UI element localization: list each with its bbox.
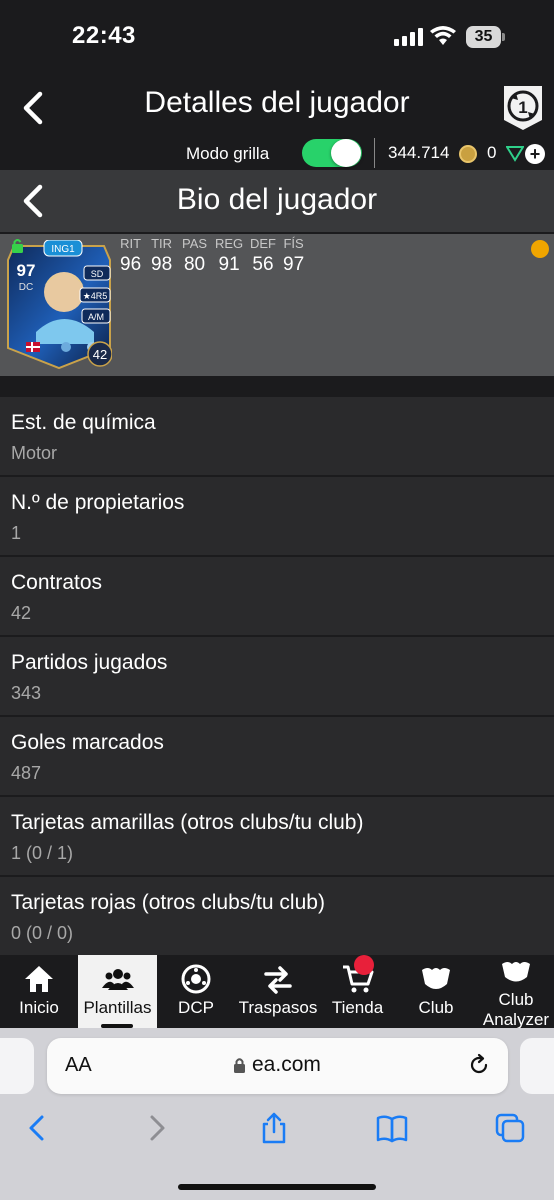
cellular-signal-icon bbox=[394, 28, 423, 46]
browser-forward-icon[interactable] bbox=[140, 1112, 172, 1144]
club-analyzer-logo-icon[interactable]: 1 bbox=[500, 84, 546, 132]
svg-text:97: 97 bbox=[17, 261, 36, 280]
svg-text:SD: SD bbox=[91, 269, 104, 279]
browser-back-icon[interactable] bbox=[22, 1112, 54, 1144]
browser-toolbar: AA ea.com bbox=[0, 1028, 554, 1200]
transfers-icon bbox=[264, 966, 292, 994]
home-icon bbox=[25, 966, 53, 992]
info-row-yellow-cards: Tarjetas amarillas (otros clubs/tu club)… bbox=[0, 797, 554, 875]
nav-home[interactable]: Inicio bbox=[0, 955, 78, 1028]
next-tab-preview[interactable] bbox=[520, 1038, 554, 1094]
status-bar: 22:43 35 bbox=[0, 0, 554, 76]
sbc-icon bbox=[181, 964, 211, 994]
bottom-nav: Inicio Plantillas DCP Traspasos Tienda C… bbox=[0, 955, 554, 1029]
squads-icon bbox=[101, 969, 134, 990]
address-bar[interactable]: AA ea.com bbox=[47, 1038, 508, 1094]
svg-text:A/M: A/M bbox=[88, 312, 104, 322]
coin-icon bbox=[459, 145, 477, 163]
toolbar: Modo grilla 344.714 0 + bbox=[0, 138, 554, 168]
grid-mode-label: Modo grilla bbox=[186, 144, 270, 163]
info-row-red-cards: Tarjetas rojas (otros clubs/tu club) 0 (… bbox=[0, 877, 554, 955]
bookmarks-icon[interactable] bbox=[376, 1112, 408, 1144]
secure-lock-icon bbox=[234, 1058, 245, 1073]
fc-points-icon bbox=[506, 146, 524, 162]
home-indicator bbox=[178, 1184, 376, 1190]
status-time: 22:43 bbox=[72, 22, 136, 49]
share-icon[interactable] bbox=[258, 1112, 290, 1144]
section-title: Bio del jugador bbox=[176, 183, 378, 216]
info-row-chemistry: Est. de química Motor bbox=[0, 397, 554, 475]
info-row-owners: N.º de propietarios 1 bbox=[0, 477, 554, 555]
battery-level: 35 bbox=[466, 26, 501, 48]
section-header: Bio del jugador bbox=[0, 170, 554, 232]
player-row[interactable]: 97 DC ING1 SD ★4R5 A/M 42 RIT 96 TIR 98 … bbox=[0, 234, 554, 376]
url-text: ea.com bbox=[252, 1053, 321, 1076]
add-points-button[interactable]: + bbox=[525, 144, 545, 164]
svg-text:★4R5: ★4R5 bbox=[83, 291, 108, 301]
stat-passing: PAS 80 bbox=[182, 236, 208, 275]
app-header: Detalles del jugador 1 bbox=[0, 76, 554, 138]
info-row-contracts: Contratos 42 bbox=[0, 557, 554, 635]
toggle-knob bbox=[331, 139, 361, 167]
wifi-icon bbox=[430, 26, 456, 45]
nav-store[interactable]: Tienda bbox=[321, 955, 394, 1028]
url-display[interactable]: ea.com bbox=[233, 1053, 321, 1077]
nav-club-analyzer[interactable]: Club Analyzer bbox=[478, 955, 554, 1029]
svg-text:DC: DC bbox=[19, 282, 33, 293]
refresh-icon[interactable] bbox=[531, 240, 549, 258]
nav-club[interactable]: Club bbox=[394, 955, 478, 1028]
grid-mode-toggle[interactable] bbox=[302, 139, 362, 167]
battery-icon: 35 bbox=[466, 26, 505, 48]
player-card[interactable]: 97 DC ING1 SD ★4R5 A/M 42 bbox=[6, 240, 112, 370]
stat-pace: RIT 96 bbox=[120, 236, 142, 275]
coins-balance: 344.714 bbox=[388, 143, 450, 162]
nav-transfers[interactable]: Traspasos bbox=[235, 955, 321, 1028]
info-row-matches: Partidos jugados 343 bbox=[0, 637, 554, 715]
lock-icon bbox=[12, 239, 23, 253]
page-title: Detalles del jugador bbox=[144, 86, 410, 119]
svg-text:ING1: ING1 bbox=[51, 244, 75, 255]
notification-badge bbox=[354, 955, 374, 975]
divider bbox=[374, 138, 375, 168]
info-row-goals: Goles marcados 487 bbox=[0, 717, 554, 795]
tabs-icon[interactable] bbox=[494, 1112, 526, 1144]
stat-shooting: TIR 98 bbox=[151, 236, 173, 275]
reader-options-button[interactable]: AA bbox=[65, 1054, 92, 1077]
svg-text:42: 42 bbox=[93, 347, 107, 362]
nav-sbc[interactable]: DCP bbox=[157, 955, 235, 1028]
stat-defending: DEF 56 bbox=[250, 236, 276, 275]
club-analyzer-icon bbox=[502, 962, 530, 982]
reload-icon[interactable] bbox=[467, 1053, 491, 1077]
previous-tab-preview[interactable] bbox=[0, 1038, 34, 1094]
svg-text:1: 1 bbox=[518, 98, 527, 117]
nav-squads[interactable]: Plantillas bbox=[78, 955, 157, 1028]
points-balance: 0 bbox=[487, 143, 497, 162]
stat-dribbling: REG 91 bbox=[215, 236, 244, 275]
club-icon bbox=[422, 968, 450, 989]
stat-physical: FÍS 97 bbox=[283, 236, 305, 275]
